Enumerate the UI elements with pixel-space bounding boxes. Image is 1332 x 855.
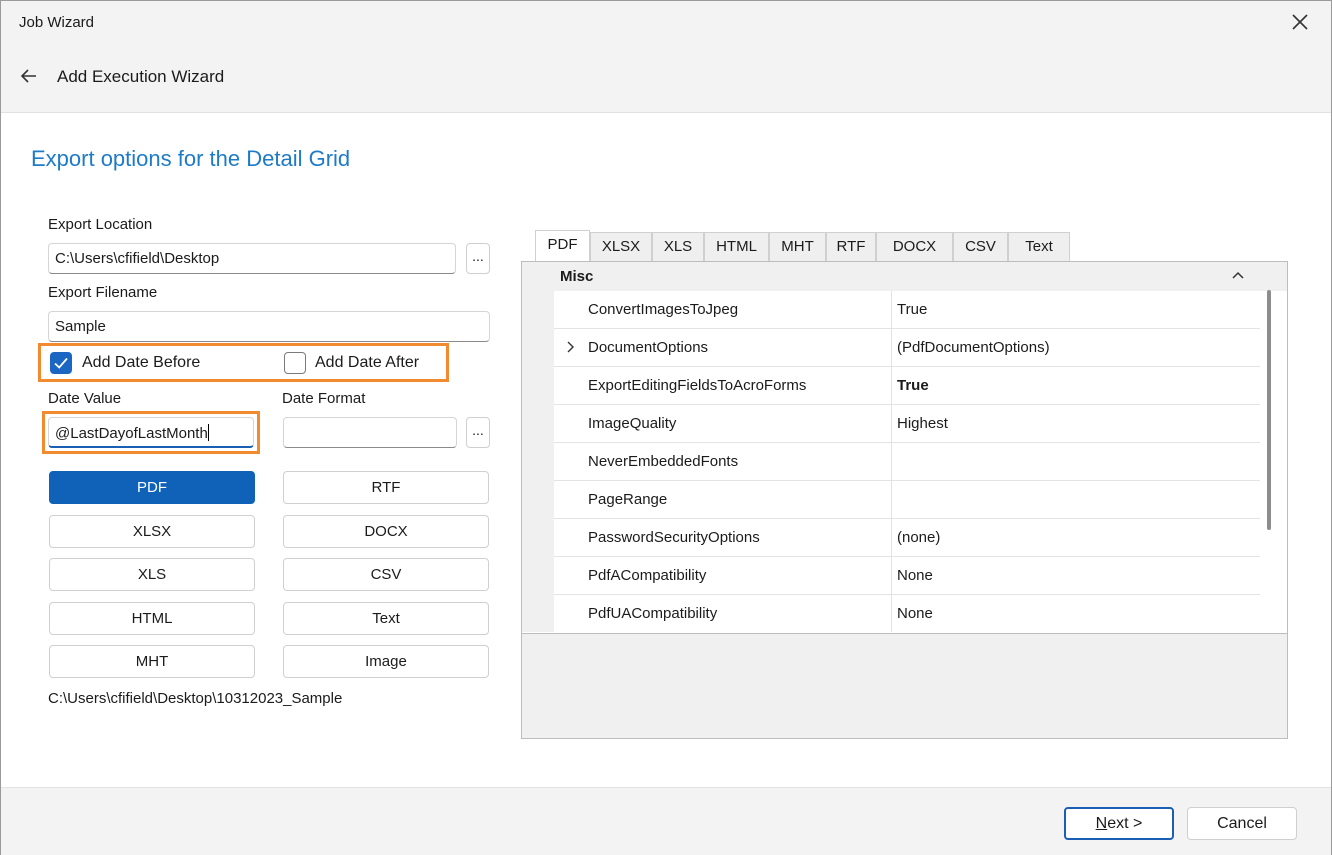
tab-xlsx[interactable]: XLSX bbox=[590, 232, 652, 262]
date-value-input[interactable]: @LastDayofLastMonth bbox=[48, 417, 254, 448]
property-value[interactable]: (PdfDocumentOptions) bbox=[892, 329, 1260, 366]
add-date-before-label: Add Date Before bbox=[82, 354, 201, 371]
format-rtf-button[interactable]: RTF bbox=[283, 471, 489, 504]
tab-docx[interactable]: DOCX bbox=[876, 232, 953, 262]
format-xlsx-button[interactable]: XLSX bbox=[49, 515, 255, 548]
property-value[interactable] bbox=[892, 443, 1260, 480]
category-label: Misc bbox=[560, 268, 594, 285]
next-mnemonic: N bbox=[1095, 815, 1108, 832]
grid-gutter bbox=[522, 291, 554, 632]
checkmark-icon bbox=[54, 357, 68, 369]
format-xls-button[interactable]: XLS bbox=[49, 558, 255, 591]
property-grid-rows: Misc ConvertImagesToJpeg True DocumentOp… bbox=[522, 262, 1287, 632]
property-name: PdfUACompatibility bbox=[554, 595, 892, 632]
property-name: PageRange bbox=[554, 481, 892, 518]
property-name: ExportEditingFieldsToAcroForms bbox=[554, 367, 892, 404]
property-name: ImageQuality bbox=[554, 405, 892, 442]
back-arrow-icon[interactable] bbox=[18, 65, 40, 87]
export-filename-label: Export Filename bbox=[48, 284, 158, 301]
property-value[interactable]: None bbox=[892, 595, 1260, 632]
format-docx-button[interactable]: DOCX bbox=[283, 515, 489, 548]
format-image-button[interactable]: Image bbox=[283, 645, 489, 678]
property-row[interactable]: PageRange bbox=[554, 481, 1260, 519]
property-value[interactable]: None bbox=[892, 557, 1260, 594]
format-html-button[interactable]: HTML bbox=[49, 602, 255, 635]
wizard-title: Add Execution Wizard bbox=[57, 67, 225, 86]
format-mht-button[interactable]: MHT bbox=[49, 645, 255, 678]
output-path-preview: C:\Users\cfifield\Desktop\10312023_Sampl… bbox=[48, 690, 343, 707]
date-value-text: @LastDayofLastMonth bbox=[55, 425, 208, 442]
page-heading: Export options for the Detail Grid bbox=[31, 146, 351, 171]
close-icon[interactable] bbox=[1289, 11, 1311, 33]
property-row[interactable]: ExportEditingFieldsToAcroForms True bbox=[554, 367, 1260, 405]
property-grid-scrollbar[interactable] bbox=[1267, 290, 1271, 530]
property-value[interactable]: Highest bbox=[892, 405, 1260, 442]
add-date-after-checkbox[interactable] bbox=[284, 352, 306, 374]
tab-rtf[interactable]: RTF bbox=[826, 232, 876, 262]
tab-mht[interactable]: MHT bbox=[769, 232, 826, 262]
window-title: Job Wizard bbox=[19, 14, 95, 31]
tab-csv[interactable]: CSV bbox=[953, 232, 1008, 262]
export-location-label: Export Location bbox=[48, 216, 153, 233]
property-row[interactable]: PasswordSecurityOptions (none) bbox=[554, 519, 1260, 557]
date-format-input[interactable] bbox=[283, 417, 457, 448]
tab-pdf[interactable]: PDF bbox=[535, 230, 590, 263]
property-grid: Misc ConvertImagesToJpeg True DocumentOp… bbox=[521, 261, 1288, 739]
property-name: NeverEmbeddedFonts bbox=[554, 443, 892, 480]
text-cursor bbox=[207, 424, 209, 441]
tab-html[interactable]: HTML bbox=[704, 232, 769, 262]
chevron-up-icon[interactable] bbox=[1229, 267, 1247, 285]
property-value[interactable]: True bbox=[892, 367, 1260, 404]
property-row[interactable]: ImageQuality Highest bbox=[554, 405, 1260, 443]
next-button[interactable]: Next > bbox=[1064, 807, 1174, 840]
date-format-label: Date Format bbox=[282, 390, 366, 407]
next-label: ext > bbox=[1107, 815, 1143, 832]
format-text-button[interactable]: Text bbox=[283, 602, 489, 635]
property-name: PdfACompatibility bbox=[554, 557, 892, 594]
property-row[interactable]: PdfACompatibility None bbox=[554, 557, 1260, 595]
export-location-input[interactable]: C:\Users\cfifield\Desktop bbox=[48, 243, 456, 274]
cancel-button[interactable]: Cancel bbox=[1187, 807, 1297, 840]
property-row[interactable]: DocumentOptions (PdfDocumentOptions) bbox=[554, 329, 1260, 367]
property-row[interactable]: NeverEmbeddedFonts bbox=[554, 443, 1260, 481]
add-date-after-label: Add Date After bbox=[315, 354, 420, 371]
category-row[interactable]: Misc bbox=[522, 262, 1287, 291]
tab-text[interactable]: Text bbox=[1008, 232, 1070, 262]
title-bar: Job Wizard Add Execution Wizard bbox=[1, 1, 1331, 113]
footer-bar: Next > Cancel bbox=[1, 787, 1331, 855]
property-name: DocumentOptions bbox=[554, 329, 892, 366]
property-value[interactable] bbox=[892, 481, 1260, 518]
property-value[interactable]: True bbox=[892, 291, 1260, 328]
export-location-browse-button[interactable]: ... bbox=[466, 243, 490, 274]
date-format-browse-button[interactable]: ... bbox=[466, 417, 490, 448]
date-value-label: Date Value bbox=[48, 390, 122, 407]
job-wizard-window: Job Wizard Add Execution Wizard Export o… bbox=[0, 0, 1332, 855]
tab-xls[interactable]: XLS bbox=[652, 232, 704, 262]
format-csv-button[interactable]: CSV bbox=[283, 558, 489, 591]
property-description-panel bbox=[522, 633, 1287, 738]
format-pdf-button[interactable]: PDF bbox=[49, 471, 255, 504]
property-value[interactable]: (none) bbox=[892, 519, 1260, 556]
add-date-before-checkbox[interactable] bbox=[50, 352, 72, 374]
property-row[interactable]: ConvertImagesToJpeg True bbox=[554, 291, 1260, 329]
export-filename-input[interactable]: Sample bbox=[48, 311, 490, 342]
property-name: ConvertImagesToJpeg bbox=[554, 291, 892, 328]
property-name: PasswordSecurityOptions bbox=[554, 519, 892, 556]
property-row[interactable]: PdfUACompatibility None bbox=[554, 595, 1260, 632]
